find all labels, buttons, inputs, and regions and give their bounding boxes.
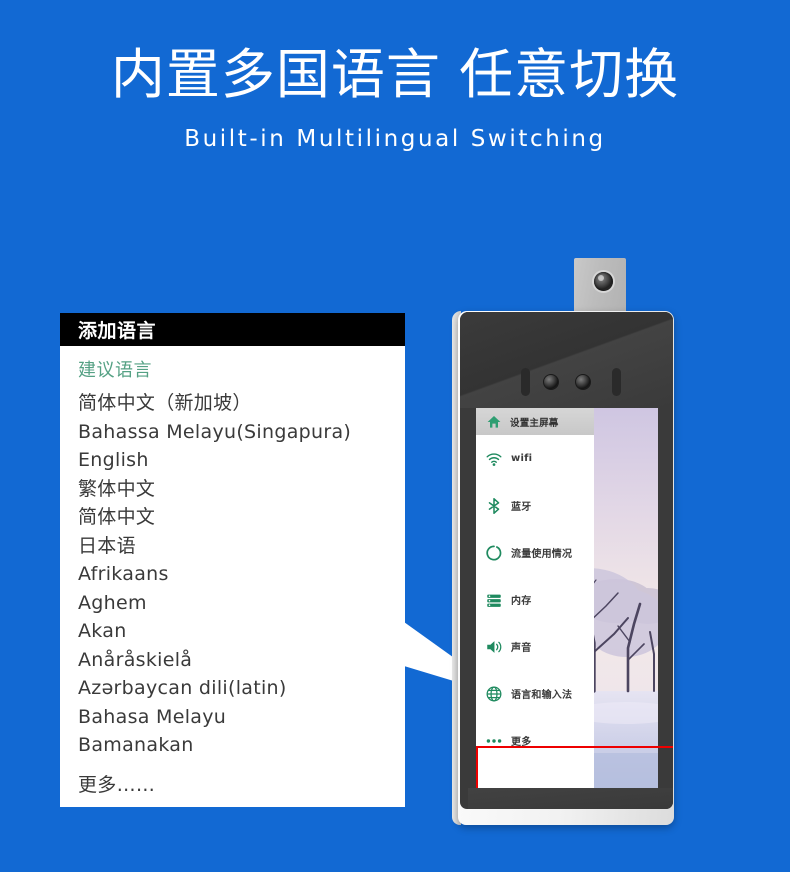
more-languages-label[interactable]: 更多…… bbox=[78, 771, 405, 799]
top-camera-lens-icon bbox=[594, 272, 613, 291]
face-recognition-terminal-device: 设置主屏幕 wifi 蓝牙 流量使用情况 内存 声音 语言和输入法 更多 bbox=[452, 258, 680, 828]
page-header: 内置多国语言 任意切换 Built-in Multilingual Switch… bbox=[0, 0, 790, 156]
settings-row-label: 语言和输入法 bbox=[511, 690, 573, 701]
settings-menu: 设置主屏幕 wifi 蓝牙 流量使用情况 内存 声音 语言和输入法 更多 bbox=[476, 408, 594, 788]
device-front-panel: 设置主屏幕 wifi 蓝牙 流量使用情况 内存 声音 语言和输入法 更多 bbox=[460, 312, 673, 809]
list-item[interactable]: 繁体中文 bbox=[78, 475, 405, 504]
ir-sensor-right-icon bbox=[612, 368, 621, 396]
list-item[interactable]: 简体中文 bbox=[78, 503, 405, 532]
front-camera-1-icon bbox=[543, 374, 559, 390]
data-usage-icon bbox=[484, 543, 503, 562]
language-list: 简体中文（新加坡） Bahassa Melayu(Singapura) Engl… bbox=[78, 389, 405, 760]
add-language-panel-header: 添加语言 bbox=[60, 313, 405, 346]
settings-home-row[interactable]: 设置主屏幕 bbox=[476, 408, 594, 435]
list-item[interactable]: Bamanakan bbox=[78, 731, 405, 760]
settings-row-data-usage[interactable]: 流量使用情况 bbox=[476, 529, 594, 576]
settings-row-language-input[interactable]: 语言和输入法 bbox=[476, 670, 594, 717]
settings-row-label: wifi bbox=[511, 453, 533, 464]
list-item[interactable]: Akan bbox=[78, 617, 405, 646]
device-screen: 设置主屏幕 wifi 蓝牙 流量使用情况 内存 声音 语言和输入法 更多 bbox=[476, 408, 658, 788]
wifi-icon bbox=[484, 449, 503, 468]
device-top-bezel bbox=[460, 312, 673, 408]
settings-row-wifi[interactable]: wifi bbox=[476, 435, 594, 482]
sound-icon bbox=[484, 637, 503, 656]
page-title: 内置多国语言 任意切换 bbox=[110, 43, 680, 106]
list-item[interactable]: English bbox=[78, 446, 405, 475]
list-item[interactable]: Bahasa Melayu bbox=[78, 703, 405, 732]
globe-icon bbox=[484, 684, 503, 703]
settings-row-label: 更多 bbox=[511, 737, 532, 748]
add-language-panel: 添加语言 建议语言 简体中文（新加坡） Bahassa Melayu(Singa… bbox=[60, 313, 405, 807]
list-item[interactable]: Anåråskielå bbox=[78, 646, 405, 675]
home-icon bbox=[484, 412, 503, 431]
settings-row-label: 声音 bbox=[511, 643, 532, 654]
device-bottom-chin bbox=[468, 788, 673, 809]
language-list-body: 建议语言 简体中文（新加坡） Bahassa Melayu(Singapura)… bbox=[60, 346, 405, 799]
list-item[interactable]: Bahassa Melayu(Singapura) bbox=[78, 418, 405, 447]
settings-row-storage[interactable]: 内存 bbox=[476, 576, 594, 623]
ir-sensor-left-icon bbox=[521, 368, 530, 396]
list-item[interactable]: Aghem bbox=[78, 589, 405, 618]
settings-row-label: 流量使用情况 bbox=[511, 549, 573, 560]
settings-row-more[interactable]: 更多 bbox=[476, 717, 594, 764]
page-subtitle: Built-in Multilingual Switching bbox=[184, 126, 606, 152]
storage-icon bbox=[484, 590, 503, 609]
list-item[interactable]: 简体中文（新加坡） bbox=[78, 389, 405, 418]
settings-row-label: 内存 bbox=[511, 596, 532, 607]
suggested-languages-label: 建议语言 bbox=[78, 360, 152, 381]
settings-row-bluetooth[interactable]: 蓝牙 bbox=[476, 482, 594, 529]
add-language-title: 添加语言 bbox=[78, 320, 157, 342]
list-item[interactable]: Afrikaans bbox=[78, 560, 405, 589]
settings-row-sound[interactable]: 声音 bbox=[476, 623, 594, 670]
settings-row-label: 蓝牙 bbox=[511, 502, 532, 513]
list-item[interactable]: 日本语 bbox=[78, 532, 405, 561]
settings-home-label: 设置主屏幕 bbox=[510, 417, 559, 429]
more-dots-icon bbox=[484, 731, 503, 750]
settings-row-list: wifi 蓝牙 流量使用情况 内存 声音 语言和输入法 更多 bbox=[476, 435, 594, 764]
list-item[interactable]: Azərbaycan dili(latin) bbox=[78, 674, 405, 703]
front-camera-2-icon bbox=[575, 374, 591, 390]
bluetooth-icon bbox=[484, 496, 503, 515]
